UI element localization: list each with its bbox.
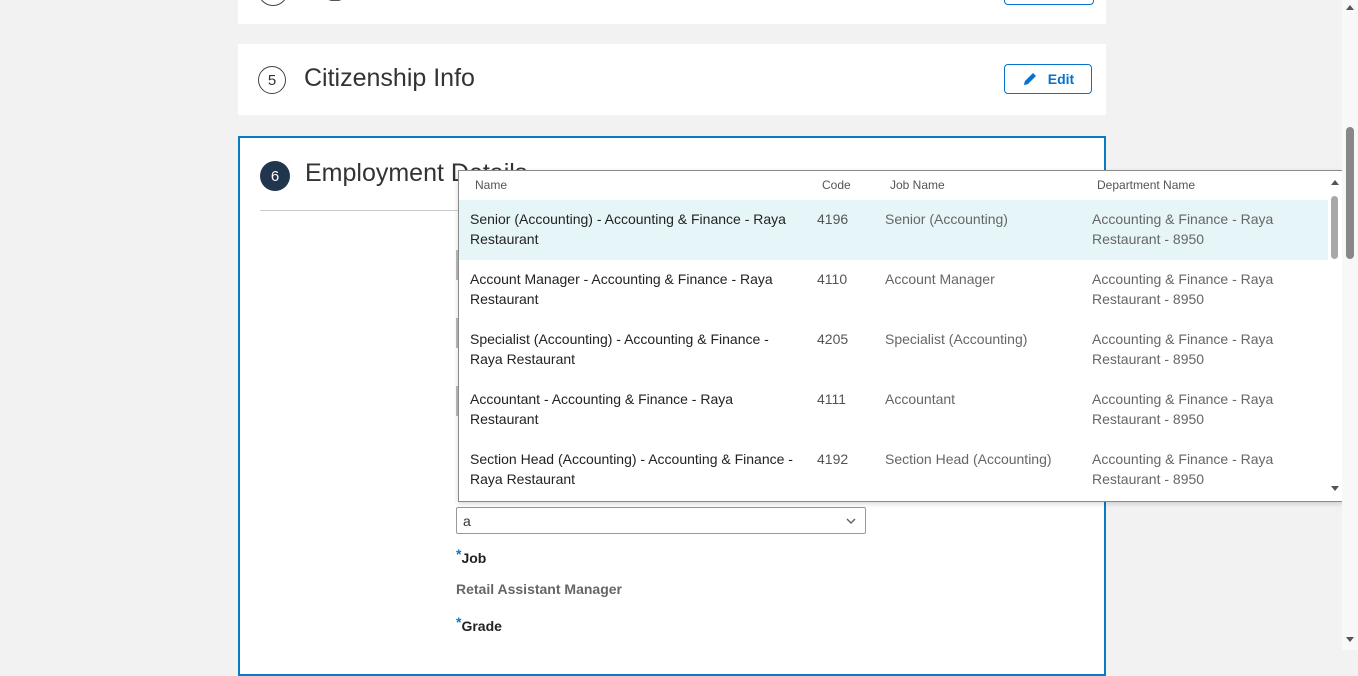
section-title-fragment — [326, 0, 344, 1]
step-number: 5 — [258, 66, 286, 94]
input-value: a — [463, 512, 471, 529]
option-job-name: Account Manager — [885, 271, 995, 287]
edit-button[interactable]: Edit — [1004, 64, 1092, 94]
pencil-icon — [1022, 71, 1038, 87]
option-department: Accounting & Finance - Raya Restaurant -… — [1092, 271, 1274, 307]
option-job-name: Senior (Accounting) — [885, 211, 1008, 227]
edit-button[interactable] — [1004, 0, 1094, 5]
column-header-code: Code — [822, 178, 851, 192]
chevron-down-icon[interactable] — [845, 514, 857, 530]
scroll-down-arrow-icon[interactable] — [1331, 486, 1339, 491]
option-department: Accounting & Finance - Raya Restaurant -… — [1092, 451, 1274, 487]
dropdown-header: Name Code Job Name Department Name — [459, 171, 1329, 199]
option-job-name: Specialist (Accounting) — [885, 331, 1028, 347]
dropdown-option[interactable]: Account Manager - Accounting & Finance -… — [459, 260, 1329, 320]
grade-label-text: Grade — [461, 618, 502, 634]
citizenship-info-section: 5 Citizenship Info Edit — [238, 44, 1106, 115]
option-code: 4205 — [817, 331, 849, 347]
section-title: Citizenship Info — [304, 64, 475, 92]
dropdown-option[interactable]: Accountant - Accounting & Finance - Raya… — [459, 380, 1329, 440]
scrollbar-thumb[interactable] — [1346, 127, 1354, 259]
edit-button-label: Edit — [1047, 71, 1075, 87]
page-scrollbar[interactable] — [1342, 0, 1358, 650]
step-number: 6 — [260, 161, 290, 191]
option-code: 4196 — [817, 211, 849, 227]
step-circle — [258, 0, 288, 6]
option-department: Accounting & Finance - Raya Restaurant -… — [1092, 391, 1274, 427]
job-label-text: Job — [461, 550, 487, 566]
scroll-up-arrow-icon[interactable] — [1346, 5, 1354, 10]
position-search-input[interactable]: a — [456, 507, 866, 534]
option-name: Senior (Accounting) - Accounting & Finan… — [470, 211, 786, 247]
dropdown-option[interactable]: Senior (Accounting) - Accounting & Finan… — [459, 200, 1329, 260]
option-name: Specialist (Accounting) - Accounting & F… — [470, 331, 769, 367]
option-code: 4192 — [817, 451, 849, 467]
job-label: *Job — [456, 546, 487, 566]
required-marker: * — [456, 546, 462, 562]
column-header-department-name: Department Name — [1097, 178, 1196, 192]
option-name: Accountant - Accounting & Finance - Raya… — [470, 391, 734, 427]
option-name: Account Manager - Accounting & Finance -… — [470, 271, 773, 307]
divider — [260, 210, 465, 211]
dropdown-option[interactable]: Section Head (Accounting) - Accounting &… — [459, 440, 1329, 500]
dropdown-scrollbar[interactable] — [1328, 171, 1342, 501]
option-department: Accounting & Finance - Raya Restaurant -… — [1092, 211, 1274, 247]
previous-section-card — [238, 0, 1106, 24]
scroll-down-arrow-icon[interactable] — [1346, 637, 1354, 642]
option-code: 4110 — [817, 271, 848, 287]
scrollbar-thumb[interactable] — [1331, 196, 1338, 259]
option-job-name: Accountant — [885, 391, 956, 407]
option-name: Section Head (Accounting) - Accounting &… — [470, 451, 793, 487]
job-value: Retail Assistant Manager — [456, 581, 622, 597]
dropdown-option[interactable]: Specialist (Accounting) - Accounting & F… — [459, 320, 1329, 380]
scroll-up-arrow-icon[interactable] — [1331, 180, 1339, 185]
option-department: Accounting & Finance - Raya Restaurant -… — [1092, 331, 1274, 367]
option-job-name: Section Head (Accounting) — [885, 451, 1052, 467]
column-header-job-name: Job Name — [890, 178, 945, 192]
grade-label: *Grade — [456, 614, 502, 634]
option-code: 4111 — [817, 391, 847, 407]
position-dropdown[interactable]: Name Code Job Name Department Name Senio… — [458, 170, 1343, 502]
column-header-name: Name — [475, 178, 508, 192]
required-marker: * — [456, 614, 462, 630]
